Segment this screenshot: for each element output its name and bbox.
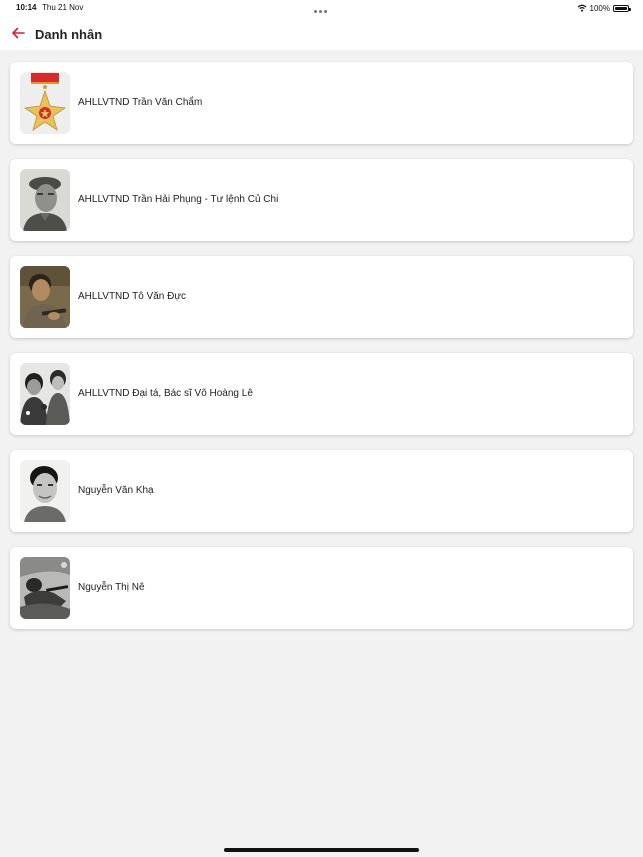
battery-percent: 100% [589, 3, 610, 13]
person-name: AHLLVTND Đại tá, Bác sĩ Võ Hoàng Lê [78, 388, 253, 399]
portrait-image [20, 557, 70, 619]
list-item[interactable]: AHLLVTND Trần Văn Chẩm [10, 62, 633, 144]
list-item[interactable]: AHLLVTND Trần Hải Phụng - Tư lệnh Củ Chi [10, 159, 633, 241]
app-bar: Danh nhân [0, 16, 643, 50]
portrait-image [20, 460, 70, 522]
portrait-image [20, 363, 70, 425]
back-arrow-icon[interactable] [10, 26, 26, 40]
hero-medal-icon [20, 72, 70, 134]
medal-thumbnail [20, 72, 70, 134]
portrait-image [20, 266, 70, 328]
person-name: AHLLVTND Trần Văn Chẩm [78, 97, 203, 108]
status-time: 10:14 [16, 3, 37, 12]
portrait-thumbnail [20, 266, 70, 328]
portrait-thumbnail [20, 363, 70, 425]
status-indicators: 100% [577, 2, 631, 14]
status-date: Thu 21 Nov [42, 3, 84, 12]
person-name: AHLLVTND Trần Hải Phụng - Tư lệnh Củ Chi [78, 194, 279, 205]
portrait-thumbnail [20, 460, 70, 522]
portrait-thumbnail [20, 557, 70, 619]
status-bar: 10:14 Thu 21 Nov 100% [0, 0, 643, 16]
portrait-image [20, 169, 70, 231]
person-name: Nguyễn Thị Nê [78, 582, 145, 593]
person-name: AHLLVTND Tô Văn Đực [78, 291, 187, 302]
multitasking-dots-icon[interactable] [314, 6, 330, 13]
portrait-thumbnail [20, 169, 70, 231]
list-item[interactable]: Nguyễn Văn Khạ [10, 450, 633, 532]
wifi-icon [577, 4, 586, 12]
battery-icon [613, 4, 631, 12]
home-indicator[interactable] [224, 848, 419, 852]
list-item[interactable]: AHLLVTND Đại tá, Bác sĩ Võ Hoàng Lê [10, 353, 633, 435]
person-name: Nguyễn Văn Khạ [78, 485, 154, 496]
list-item[interactable]: AHLLVTND Tô Văn Đực [10, 256, 633, 338]
list-item[interactable]: Nguyễn Thị Nê [10, 547, 633, 629]
page-title: Danh nhân [35, 27, 103, 42]
person-list: AHLLVTND Trần Văn Chẩm AHLLVTND Trần Hải… [10, 62, 633, 644]
